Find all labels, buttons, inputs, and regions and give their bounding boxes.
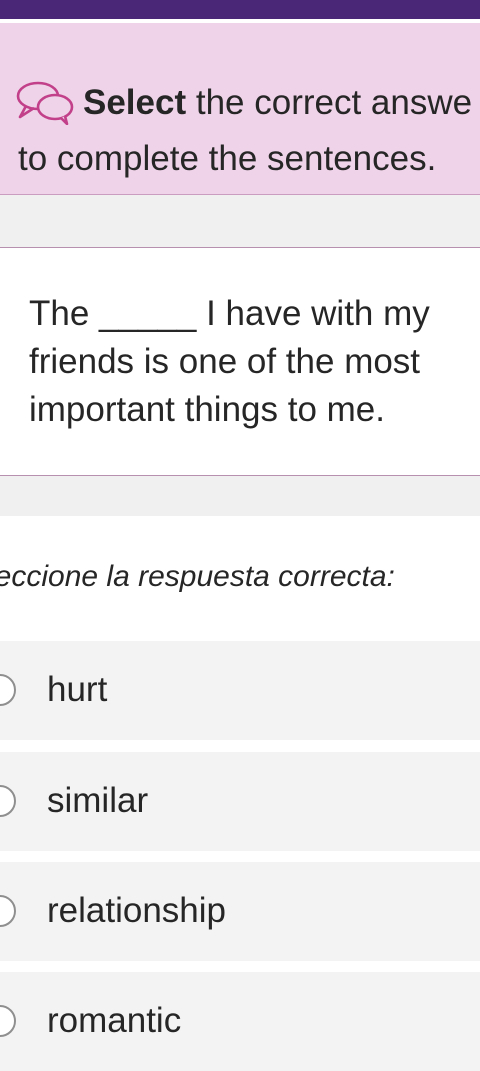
instruction-line-1-rest: the correct answe	[186, 83, 473, 122]
option-relationship[interactable]: relationship	[0, 862, 480, 961]
option-similar[interactable]: similar	[0, 752, 480, 851]
answer-panel: leccione la respuesta correcta: hurt sim…	[0, 516, 480, 1071]
question-panel: The _____ I have with my friends is one …	[0, 248, 480, 476]
option-label: hurt	[47, 670, 108, 709]
radio-button[interactable]	[0, 895, 16, 927]
option-label: relationship	[47, 891, 226, 930]
question-text: The _____ I have with my friends is one …	[29, 294, 430, 429]
radio-button[interactable]	[0, 785, 16, 817]
option-romantic[interactable]: romantic	[0, 972, 480, 1071]
option-hurt[interactable]: hurt	[0, 641, 480, 740]
top-app-bar	[0, 0, 480, 19]
instruction-line-1: Select the correct answe	[83, 83, 472, 123]
option-label: similar	[47, 781, 149, 820]
section-gap-2	[0, 476, 480, 516]
instruction-bold-word: Select	[83, 83, 187, 122]
radio-button[interactable]	[0, 674, 16, 706]
section-gap	[0, 196, 480, 248]
radio-button[interactable]	[0, 1005, 16, 1037]
speech-bubbles-icon	[16, 81, 74, 125]
answer-prompt: leccione la respuesta correcta:	[0, 560, 395, 593]
instruction-line-2: to complete the sentences.	[18, 139, 437, 178]
instruction-banner: Select the correct answe to complete the…	[0, 23, 480, 195]
option-label: romantic	[47, 1001, 182, 1040]
